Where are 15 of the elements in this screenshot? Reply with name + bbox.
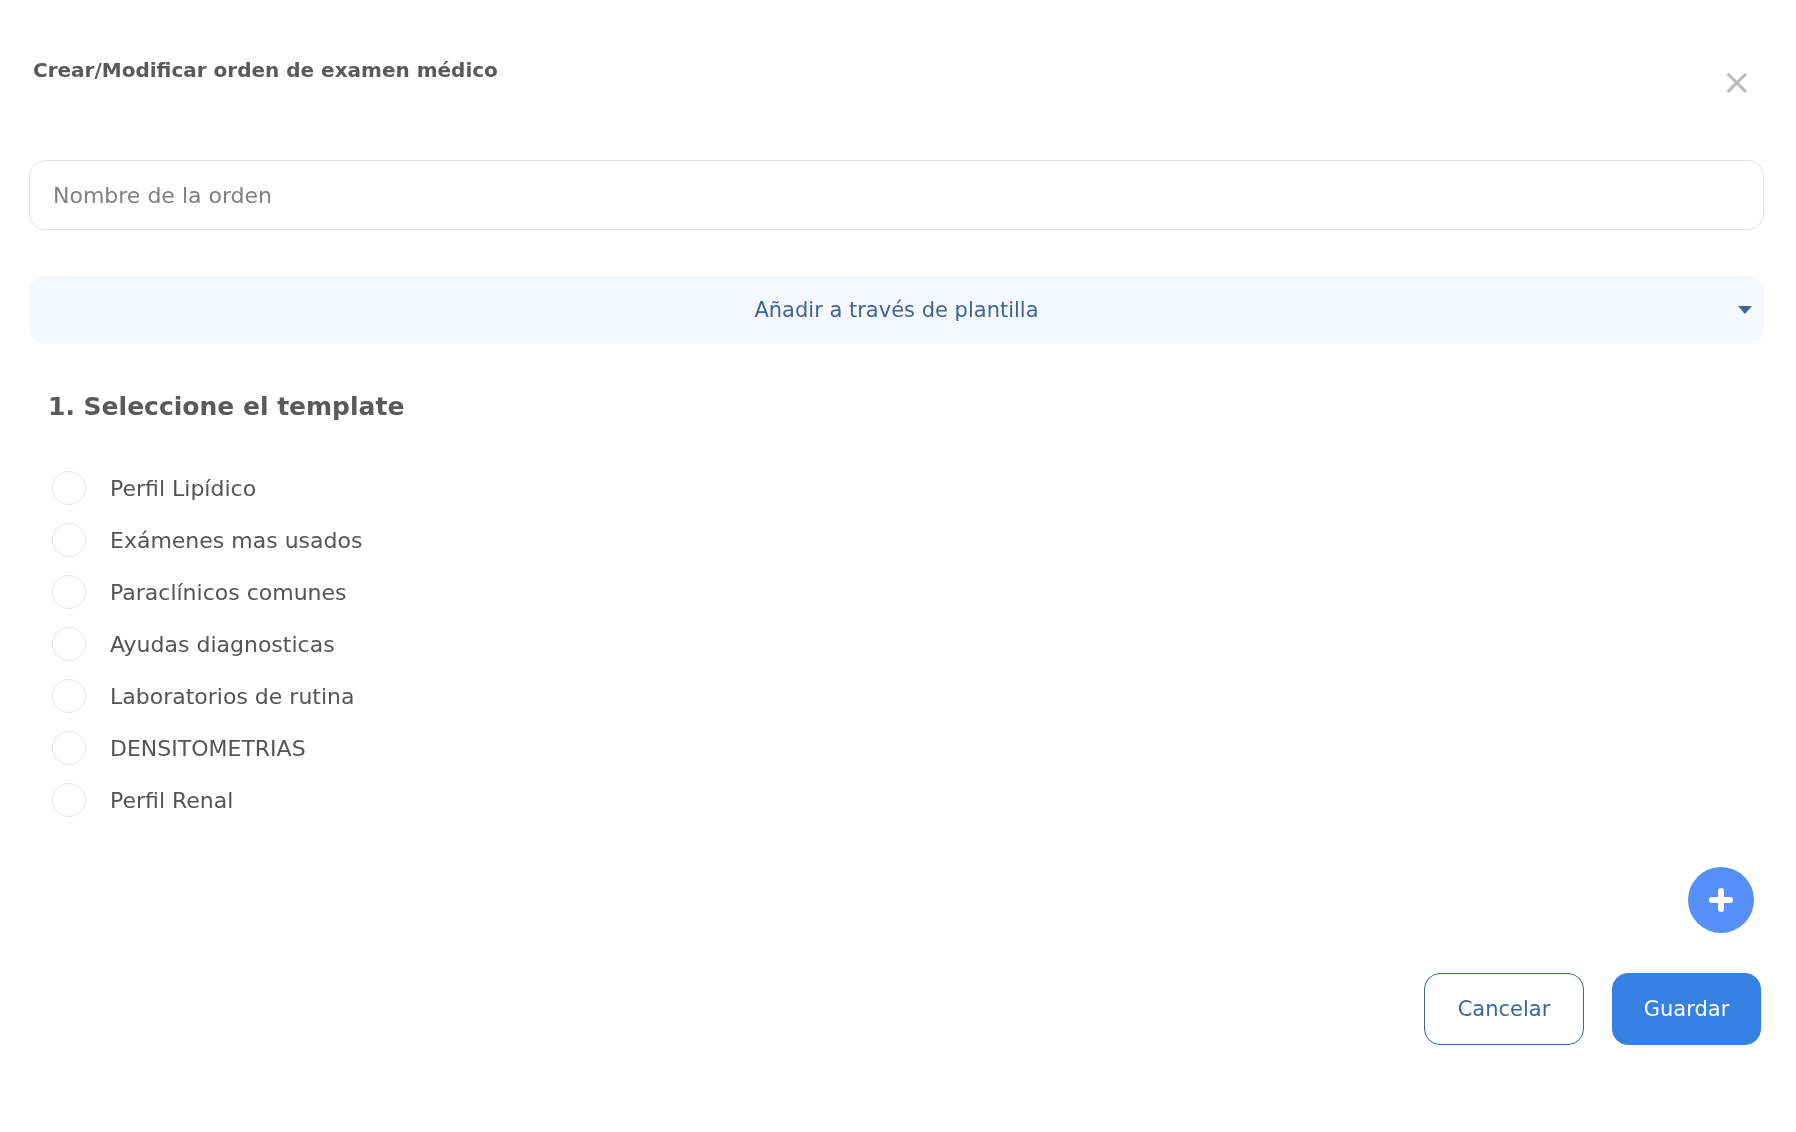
- template-option-label[interactable]: Perfil Lipídico: [110, 475, 257, 501]
- section-heading: 1. Seleccione el template: [48, 392, 406, 421]
- template-option-label[interactable]: Paraclínicos comunes: [110, 579, 347, 605]
- cancel-button[interactable]: Cancelar: [1424, 973, 1584, 1045]
- order-name-field[interactable]: Nombre de la orden: [29, 160, 1764, 230]
- template-option-label[interactable]: Perfil Renal: [110, 787, 234, 813]
- template-option-label[interactable]: Laboratorios de rutina: [110, 683, 355, 709]
- save-button[interactable]: Guardar: [1612, 973, 1761, 1045]
- template-option-label[interactable]: Ayudas diagnosticas: [110, 631, 335, 657]
- template-dropdown[interactable]: Añadir a través de plantilla: [29, 276, 1764, 344]
- dialog-title: Crear/Modificar orden de examen médico: [33, 58, 498, 82]
- template-option-label[interactable]: DENSITOMETRIAS: [110, 735, 306, 761]
- plus-icon: [1709, 888, 1733, 912]
- caret-icon: [1738, 306, 1752, 314]
- template-option-label[interactable]: Exámenes mas usados: [110, 527, 363, 553]
